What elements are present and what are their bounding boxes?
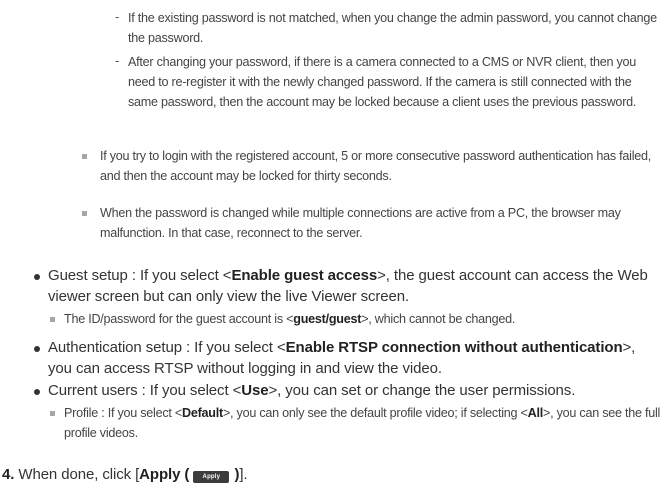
note-square-marker bbox=[50, 317, 55, 322]
note-multiple-connections: When the password is changed while multi… bbox=[100, 206, 621, 240]
note-square-marker bbox=[82, 154, 87, 159]
step-number: 4. bbox=[2, 466, 15, 483]
note-square-marker bbox=[82, 211, 87, 216]
step-4-paragraph: 4. When done, click [Apply ( Apply )]. bbox=[2, 466, 248, 483]
default-option: Default bbox=[182, 406, 223, 420]
sub-note-2: After changing your password, if there i… bbox=[128, 55, 637, 109]
note-lockout: If you try to login with the registered … bbox=[100, 149, 652, 183]
apply-button[interactable]: Apply bbox=[193, 471, 230, 483]
rtsp-option: Enable RTSP connection without authentic… bbox=[285, 339, 623, 356]
note-square-marker bbox=[50, 411, 55, 416]
apply-label: Apply ( Apply ) bbox=[139, 466, 240, 483]
guest-note: The ID/password for the guest account is… bbox=[64, 312, 516, 326]
profile-note: Profile : If you select <Default>, you c… bbox=[64, 406, 661, 440]
bullet-dot bbox=[34, 346, 40, 352]
sub-note-1: If the existing password is not matched,… bbox=[128, 11, 657, 45]
dash-marker: - bbox=[115, 9, 120, 24]
guest-setup-paragraph: Guest setup : If you select <Enable gues… bbox=[48, 267, 648, 305]
use-option: Use bbox=[241, 382, 269, 399]
guest-access-option: Enable guest access bbox=[231, 267, 378, 284]
bullet-dot bbox=[34, 274, 40, 280]
guest-credentials: guest/guest bbox=[293, 312, 362, 326]
dash-marker: - bbox=[115, 53, 120, 68]
all-option: All bbox=[527, 406, 544, 420]
authentication-setup-paragraph: Authentication setup : If you select <En… bbox=[48, 339, 636, 377]
bullet-dot bbox=[34, 389, 40, 395]
current-users-paragraph: Current users : If you select <Use>, you… bbox=[48, 382, 576, 399]
